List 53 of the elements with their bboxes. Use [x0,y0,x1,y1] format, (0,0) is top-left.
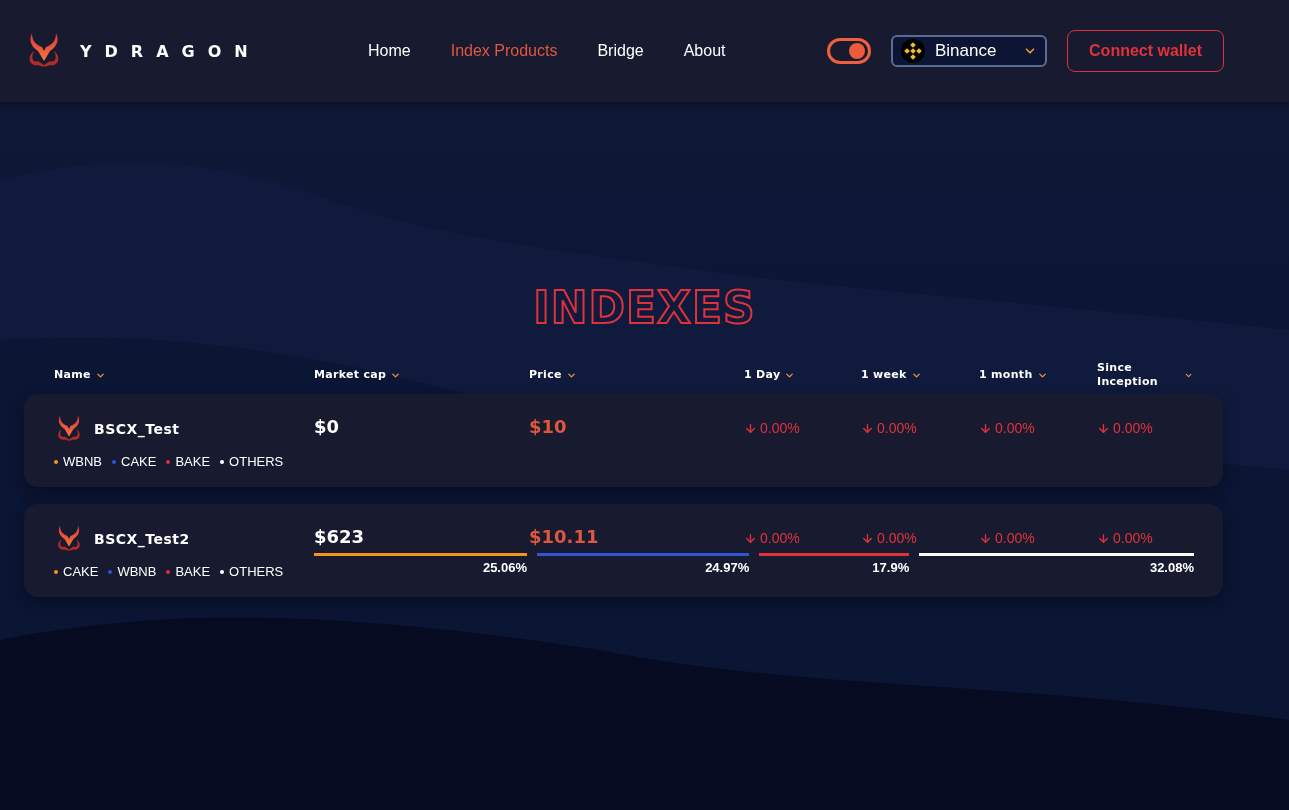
nav-link[interactable]: About [683,42,726,60]
arrow-down-icon [861,531,874,545]
index-name: BSCX_Test [94,421,180,437]
change-value: 0.00% [979,524,1097,546]
arrow-down-icon [1097,421,1110,435]
network-select[interactable]: Binance [891,35,1047,67]
index-card[interactable]: BSCX_Test WBNB CAKE BAKE OTHERS $0 $10 0.00% 0.00% 0.00% 0.00% [24,394,1223,487]
composition-share: 32.08% [1148,560,1194,575]
nav-link[interactable]: Bridge [597,42,644,60]
column-header[interactable]: Name [54,368,91,382]
column-header[interactable]: Price [529,368,562,382]
index-name: BSCX_Test2 [94,531,190,547]
change-value: 0.00% [979,414,1097,436]
arrow-down-icon [979,531,992,545]
column-header[interactable]: 1 week [861,368,907,382]
change-value: 0.00% [744,414,861,436]
market-cap: $0 [314,415,341,437]
change-value: 0.00% [744,524,861,546]
composition-share: 17.9% [871,560,910,575]
change-value: 0.00% [861,524,979,546]
arrow-down-icon [979,421,992,435]
token-legend-item: OTHERS [220,454,284,469]
change-value: 0.00% [1097,524,1194,546]
column-header[interactable]: Market cap [314,368,387,382]
change-value: 0.00% [1097,414,1194,436]
price: $10.11 [529,525,600,547]
arrow-down-icon [861,421,874,435]
token-legend-item: OTHERS [220,564,284,579]
token-legend-item: CAKE [54,564,99,579]
arrow-down-icon [744,421,757,435]
page-title: INDEXES [533,282,756,333]
connect-wallet-button[interactable]: Connect wallet [1067,30,1224,72]
brand-name: YDRAGON [80,41,261,61]
column-header[interactable]: 1 Day [744,368,781,382]
column-header[interactable]: 1 month [979,368,1033,382]
composition-share: 25.06% [481,560,527,575]
nav-link[interactable]: Home [368,42,411,60]
token-legend-item: BAKE [166,454,211,469]
nav-link[interactable]: Index Products [450,42,558,60]
arrow-down-icon [1097,531,1110,545]
arrow-down-icon [744,531,757,545]
column-header[interactable]: Since Inception [1097,361,1180,389]
price: $10 [529,415,568,437]
index-card[interactable]: BSCX_Test2 CAKE WBNB BAKE OTHERS $623 $10.11 0.00% 0.00% 0.00% 0.00% 25.06% 24.97% 17.9% 32.08% [24,504,1223,597]
theme-toggle[interactable] [827,38,871,64]
diamond-coin-icon [901,39,925,63]
composition-share: 24.97% [704,560,750,575]
token-legend-item: WBNB [54,454,102,469]
token-legend-item: WBNB [108,564,157,579]
market-cap: $623 [314,525,366,547]
token-legend-item: BAKE [166,564,211,579]
token-legend-item: CAKE [112,454,157,469]
change-value: 0.00% [861,414,979,436]
